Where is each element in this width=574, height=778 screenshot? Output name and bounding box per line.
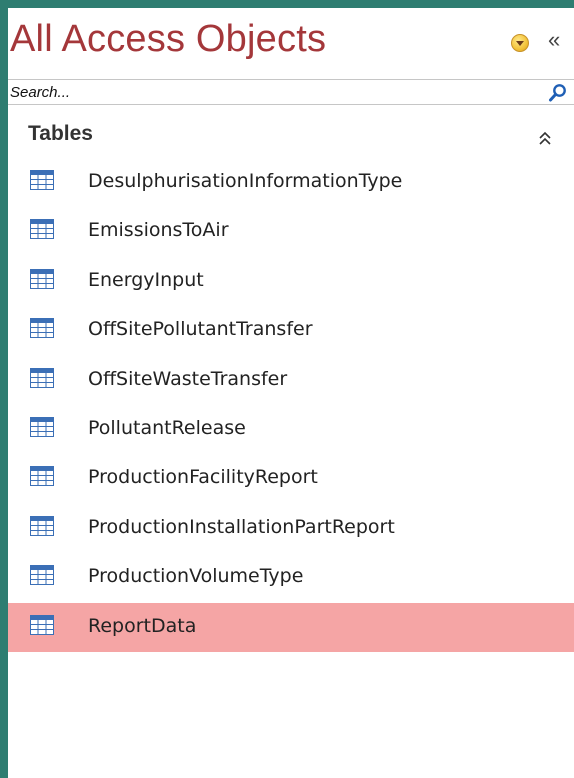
search-icon[interactable]	[548, 83, 568, 103]
list-item[interactable]: ProductionInstallationPartReport	[8, 504, 574, 553]
table-icon	[30, 416, 54, 437]
collapse-pane-button[interactable]: «	[548, 28, 560, 52]
dropdown-circle-icon[interactable]	[511, 34, 529, 52]
tables-list: DesulphurisationInformationType Emissions…	[8, 158, 574, 652]
list-item-label: EnergyInput	[88, 268, 204, 291]
list-item[interactable]: EmissionsToAir	[8, 207, 574, 256]
list-item-label: OffSitePollutantTransfer	[88, 318, 313, 341]
search-box	[8, 79, 574, 105]
navigation-pane: All Access Objects « Tables Desulphurisa…	[8, 8, 574, 778]
table-icon	[30, 170, 54, 190]
table-icon	[30, 318, 54, 339]
chevron-double-up-icon[interactable]	[538, 130, 552, 146]
list-item[interactable]: EnergyInput	[8, 257, 574, 306]
list-item-label: ReportData	[88, 614, 197, 637]
list-item[interactable]: OffSitePollutantTransfer	[8, 306, 574, 355]
table-icon	[30, 466, 54, 487]
list-item[interactable]: OffSiteWasteTransfer	[8, 356, 574, 405]
table-icon	[30, 515, 54, 536]
list-item[interactable]: ReportData	[8, 602, 574, 652]
list-item-label: PollutantRelease	[88, 416, 246, 439]
list-item[interactable]: ProductionFacilityReport	[8, 454, 574, 503]
list-item-label: ProductionFacilityReport	[88, 466, 318, 489]
list-item[interactable]: PollutantRelease	[8, 405, 574, 454]
list-item-label: EmissionsToAir	[88, 219, 229, 242]
list-item-label: ProductionInstallationPartReport	[88, 515, 395, 538]
group-title: Tables	[28, 122, 93, 145]
table-icon	[30, 565, 54, 586]
list-item-label: OffSiteWasteTransfer	[88, 367, 288, 390]
table-icon	[30, 367, 54, 388]
pane-title[interactable]: All Access Objects	[10, 18, 326, 61]
table-icon	[30, 614, 54, 635]
list-item-label: ProductionVolumeType	[88, 565, 304, 588]
table-icon	[30, 268, 54, 289]
list-item-label: DesulphurisationInformationType	[88, 170, 403, 192]
group-header-tables[interactable]: Tables	[8, 120, 574, 150]
pane-header: All Access Objects «	[8, 8, 574, 74]
table-icon	[30, 219, 54, 240]
list-item[interactable]: ProductionVolumeType	[8, 553, 574, 602]
list-item[interactable]: DesulphurisationInformationType	[8, 158, 574, 207]
search-input[interactable]	[10, 82, 530, 102]
